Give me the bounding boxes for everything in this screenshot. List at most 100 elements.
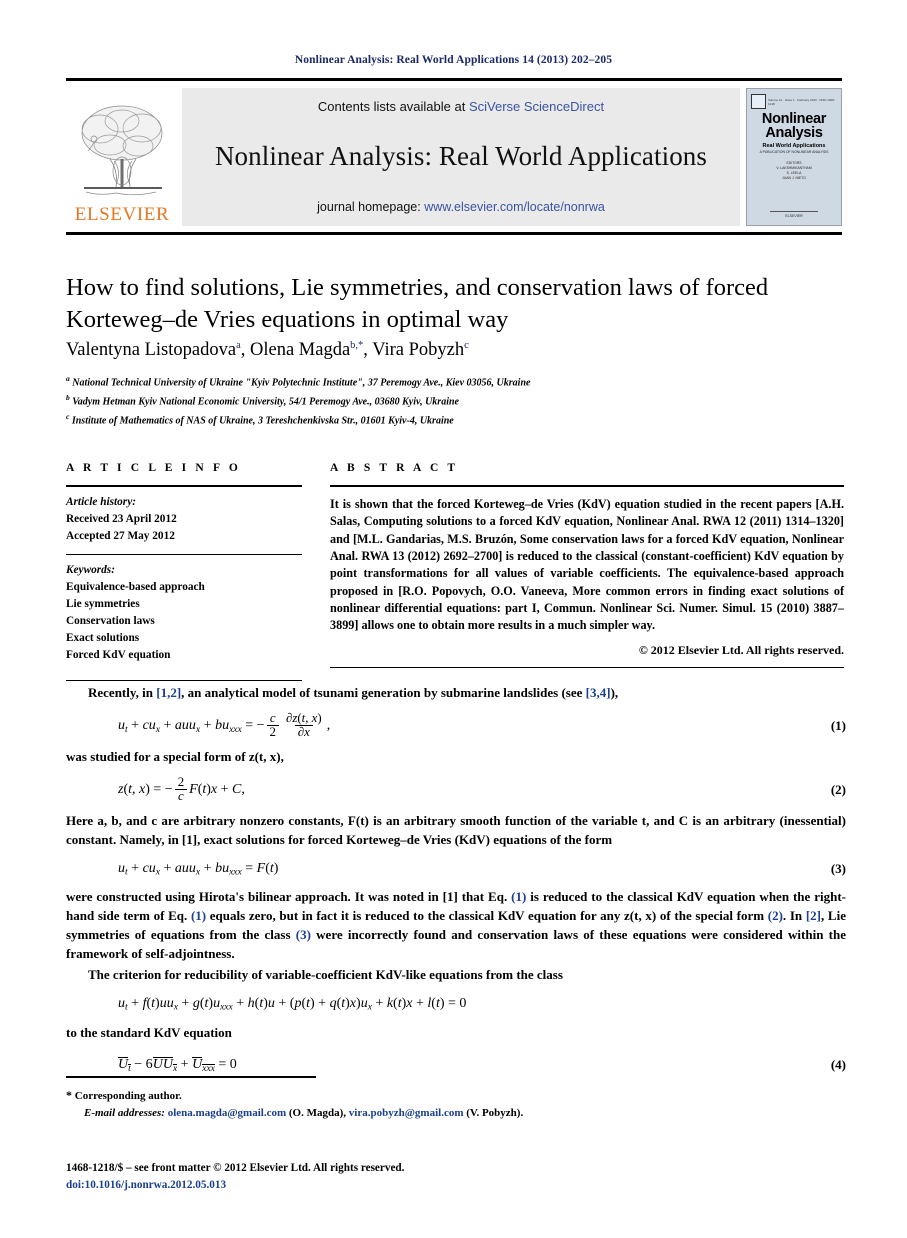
email-link-1[interactable]: olena.magda@gmail.com — [168, 1107, 286, 1119]
article-received-date: Received 23 April 2012 — [66, 512, 177, 525]
affiliation-text-c: Institute of Mathematics of NAS of Ukrai… — [71, 414, 454, 426]
keyword-item: Forced KdV equation — [66, 649, 171, 661]
email-label: E-mail addresses: — [84, 1107, 165, 1120]
cover-rule — [769, 211, 819, 212]
abstract-rule-bottom — [330, 666, 844, 669]
author-list: Valentyna Listopadovaa, Olena Magdab,*, … — [66, 340, 469, 361]
journal-title: Nonlinear Analysis: Real World Applicati… — [214, 141, 708, 172]
article-body: Recently, in [1,2], an analytical model … — [66, 684, 846, 1084]
equation-2-number: (2) — [830, 781, 846, 797]
body-paragraph-3: were constructed using Hirota's bilinear… — [66, 888, 846, 964]
affiliation-list: a National Technical University of Ukrai… — [66, 373, 846, 429]
email-owner-2: (V. Pobyzh). — [466, 1107, 524, 1120]
affiliation-text-a: National Technical University of Ukraine… — [72, 377, 531, 389]
keyword-item: Exact solutions — [66, 632, 140, 645]
journal-masthead: ELSEVIER Contents lists available at Sci… — [66, 88, 842, 226]
elsevier-logo: ELSEVIER — [66, 88, 178, 226]
keyword-item: Equivalence-based approach — [66, 581, 205, 594]
email-link-2[interactable]: vira.pobyzh@gmail.com — [349, 1107, 464, 1119]
affiliation-item: c Institute of Mathematics of NAS of Ukr… — [66, 411, 846, 430]
body-paragraph-1: Recently, in [1,2], an analytical model … — [66, 684, 846, 703]
article-accepted-date: Accepted 27 May 2012 — [66, 529, 175, 542]
author-marker-3: c — [464, 340, 469, 351]
equation-4-row: Ut − 6UUx + Uxxx = 0 (4) — [66, 1055, 846, 1077]
cover-editor-1: V. LAKSHMIKANTHAM — [776, 166, 812, 171]
article-history-label: Article history: — [66, 496, 136, 508]
p1-part-b: , an analytical model of tsunami generat… — [181, 685, 586, 700]
body-line-after-class: to the standard KdV equation — [66, 1024, 232, 1040]
p3-part-a: were constructed using Hirota's bilinear… — [66, 889, 512, 905]
equation-class-expression: ut + f(t)uux + g(t)uxxx + h(t)u + (p(t) … — [118, 996, 467, 1013]
doi-link[interactable]: doi:10.1016/j.nonrwa.2012.05.013 — [66, 1177, 846, 1194]
equation-4-expression: Ut − 6UUx + Uxxx = 0 — [118, 1056, 237, 1074]
cover-publisher-mark-icon — [751, 94, 766, 109]
affiliation-marker-a: a — [66, 374, 70, 383]
keyword-item: Lie symmetries — [66, 598, 140, 611]
citation-ref-1-2[interactable]: [1,2] — [156, 685, 181, 700]
equation-3-number: (3) — [830, 861, 846, 877]
corresponding-author-note: * Corresponding author. — [66, 1086, 846, 1105]
page-title: How to find solutions, Lie symmetries, a… — [66, 274, 769, 333]
article-info-column: A R T I C L E I N F O Article history: R… — [66, 462, 302, 682]
body-paragraph-2: Here a, b, and c are arbitrary nonzero c… — [66, 813, 846, 847]
keywords-label: Keywords: — [66, 564, 115, 577]
equation-3-expression: ut + cux + auux + buxxx = F(t) — [118, 860, 279, 878]
p3-part-d: . In — [782, 908, 806, 924]
author-name-1: Valentyna Listopadova — [66, 340, 237, 361]
sciencedirect-link[interactable]: SciVerse ScienceDirect — [469, 99, 604, 114]
paper-page: Nonlinear Analysis: Real World Applicati… — [0, 0, 907, 1238]
cover-editor-3: JUAN J. NIETO — [782, 176, 806, 181]
abstract-copyright: © 2012 Elsevier Ltd. All rights reserved… — [638, 642, 844, 657]
keywords-block: Keywords: Equivalence-based approach Lie… — [66, 555, 302, 664]
author-name-2: Olena Magda — [249, 340, 351, 361]
cover-editor-2: S. LEELA — [786, 171, 802, 176]
abstract-heading: A B S T R A C T — [330, 462, 459, 474]
cover-topbar: Volume 14 · Issue 1 · February 2013 · IS… — [751, 94, 837, 109]
author-marker-2[interactable]: b,* — [350, 340, 363, 351]
article-history-block: Article history: Received 23 April 2012 … — [66, 487, 302, 545]
eqref-3[interactable]: (3) — [296, 927, 311, 942]
journal-cover-thumbnail: Volume 14 · Issue 1 · February 2013 · IS… — [746, 88, 842, 226]
footnote-block: * Corresponding author. E-mail addresses… — [66, 1086, 846, 1122]
cover-editors-label: EDITORS — [786, 160, 802, 165]
running-head: Nonlinear Analysis: Real World Applicati… — [294, 54, 613, 66]
cover-title-line2: Analysis — [765, 124, 823, 141]
cover-subtitle: Real World Applications — [762, 142, 826, 149]
abstract-text: It is shown that the forced Korteweg–de … — [330, 497, 844, 633]
email-owner-1: (O. Magda), — [288, 1107, 347, 1120]
equation-2-expression: z(t, x) = −2 c F(t)x + C, — [118, 774, 245, 804]
article-info-heading: A R T I C L E I N F O — [66, 462, 241, 474]
affiliation-item: a National Technical University of Ukrai… — [66, 373, 846, 392]
abstract-column: A B S T R A C T It is shown that the for… — [330, 462, 844, 669]
journal-banner: Contents lists available at SciVerse Sci… — [182, 88, 740, 226]
elsevier-tree-icon — [81, 105, 163, 196]
citation-ref-3-4[interactable]: [3,4] — [586, 685, 611, 700]
eqref-2[interactable]: (2) — [768, 908, 783, 923]
eqref-1-b[interactable]: (1) — [191, 908, 206, 923]
elsevier-wordmark: ELSEVIER — [74, 204, 170, 225]
equation-4-number: (4) — [830, 1057, 846, 1073]
homepage-prefix: journal homepage: — [317, 200, 425, 214]
article-info-rule-bottom — [66, 679, 302, 682]
journal-homepage-link[interactable]: www.elsevier.com/locate/nonrwa — [424, 200, 605, 214]
p1-part-a: Recently, in — [88, 685, 157, 700]
citation-ref-2[interactable]: [2] — [806, 908, 821, 923]
journal-homepage-line: journal homepage: www.elsevier.com/locat… — [182, 200, 740, 214]
keyword-item: Conservation laws — [66, 615, 155, 628]
equation-1-number: (1) — [830, 717, 846, 733]
asterisk-icon: * — [66, 1088, 72, 1102]
equation-2-row: z(t, x) = −2 c F(t)x + C, (2) — [66, 774, 846, 804]
p3-part-c: equals zero, but in fact it is reduced t… — [206, 908, 768, 924]
affiliation-marker-b: b — [66, 392, 70, 402]
equation-1-row: ut + cux + auux + buxxx = − c 2 ∂z(t, x) ∂x,… — [66, 710, 846, 740]
affiliation-item: b Vadym Hetman Kyiv National Economic Un… — [66, 392, 846, 411]
eqref-1-a[interactable]: (1) — [511, 889, 526, 904]
contents-prefix: Contents lists available at — [317, 99, 469, 114]
masthead-bottom-rule — [66, 232, 842, 235]
author-marker-1: a — [236, 340, 241, 351]
corresponding-author-text: Corresponding author. — [74, 1090, 182, 1102]
imprint-block: 1468-1218/$ – see front matter © 2012 El… — [66, 1160, 846, 1195]
author-name-3: Vira Pobyzh — [372, 340, 465, 361]
cover-issue-line: Volume 14 · Issue 1 · February 2013 · IS… — [768, 97, 835, 106]
equation-1-expression: ut + cux + auux + buxxx = − c 2 ∂z(t, x) ∂x, — [118, 710, 331, 740]
